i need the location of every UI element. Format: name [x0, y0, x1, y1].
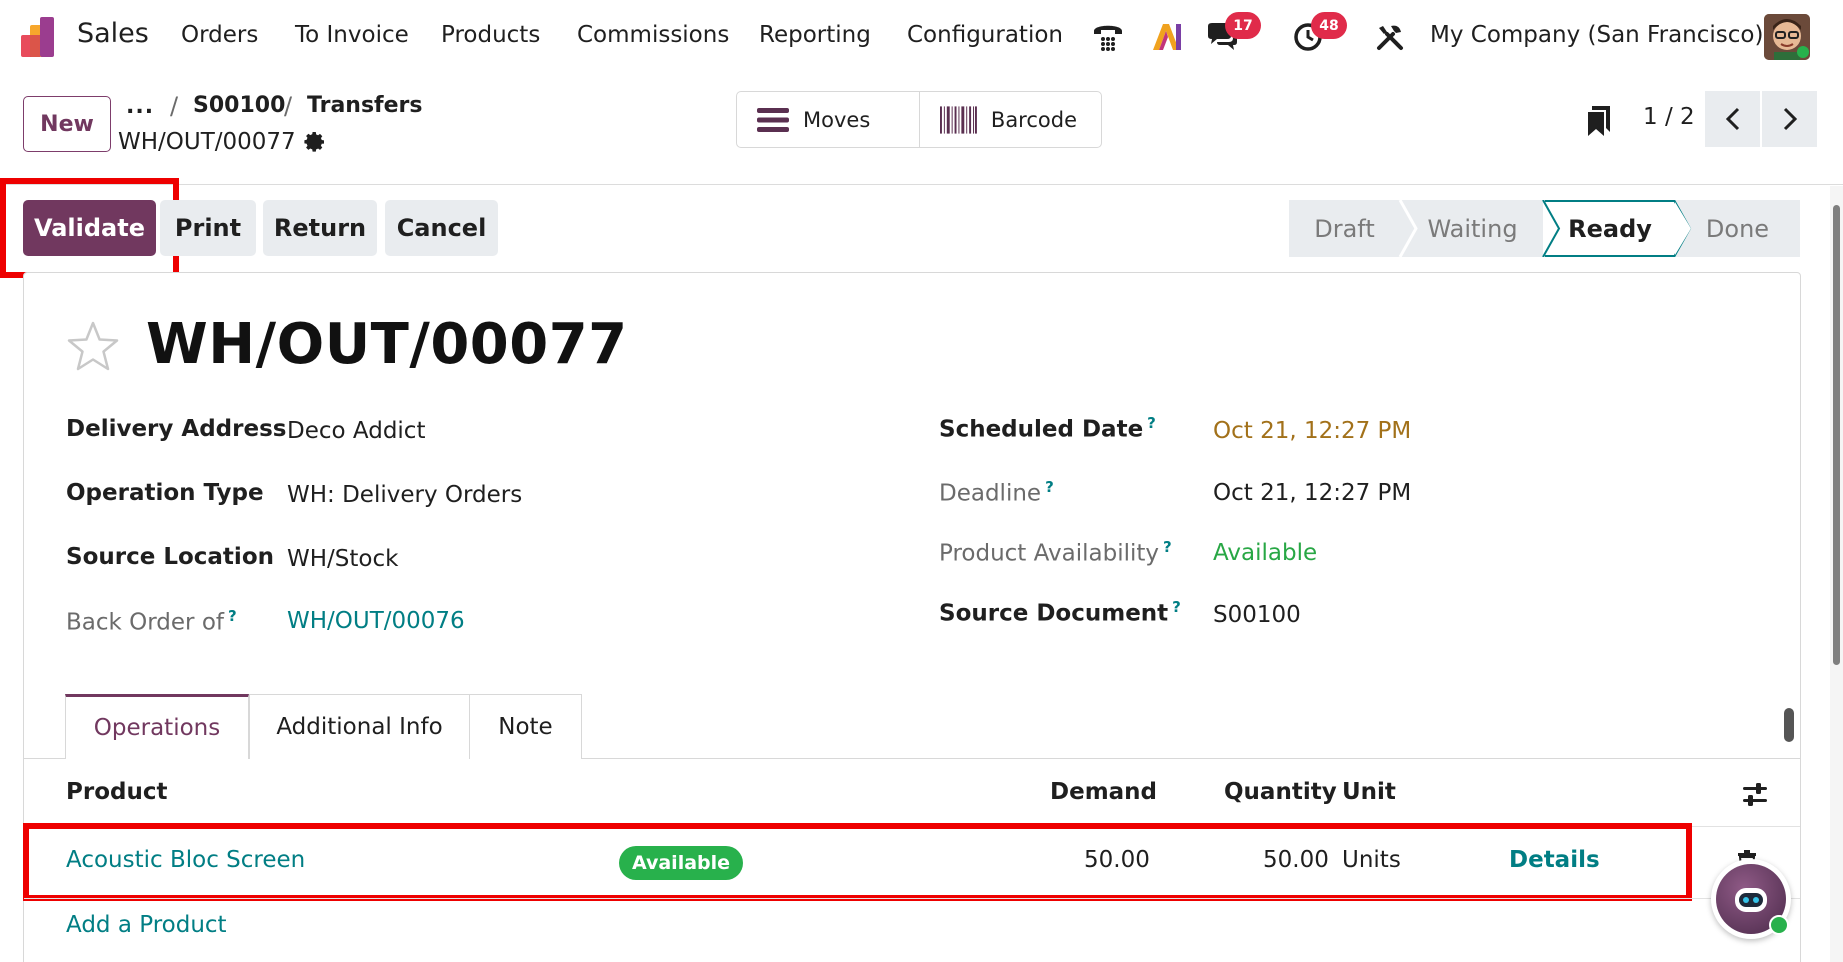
menu-orders[interactable]: Orders: [181, 22, 258, 48]
menu-reporting[interactable]: Reporting: [759, 22, 871, 48]
inner-scrollbar[interactable]: [1784, 708, 1794, 742]
quantity-value[interactable]: 50.00: [1263, 847, 1329, 873]
help-tooltip[interactable]: ?: [1045, 478, 1054, 496]
activities-badge: 48: [1311, 12, 1347, 39]
table-divider: [24, 826, 1800, 827]
return-button[interactable]: Return: [263, 200, 377, 256]
menu-commissions[interactable]: Commissions: [577, 22, 729, 48]
product-availability-label: Product Availability?: [939, 538, 1172, 567]
sales-app-icon[interactable]: [21, 17, 61, 57]
smart-buttons: Moves Barcode: [736, 91, 1102, 148]
product-link[interactable]: Acoustic Bloc Screen: [66, 847, 305, 873]
barcode-smart-button[interactable]: Barcode: [919, 92, 1101, 147]
delivery-address-label: Delivery Address: [66, 416, 287, 442]
back-order-link[interactable]: WH/OUT/00076: [287, 608, 465, 634]
optional-columns-icon[interactable]: [1741, 782, 1769, 808]
company-switcher[interactable]: My Company (San Francisco): [1430, 22, 1763, 48]
cancel-button[interactable]: Cancel: [385, 200, 498, 256]
stage-draft[interactable]: Draft: [1289, 200, 1400, 257]
gear-icon[interactable]: [303, 130, 327, 154]
source-location-label: Source Location: [66, 544, 274, 570]
stage-done[interactable]: Done: [1675, 200, 1800, 257]
operation-type-label: Operation Type: [66, 480, 264, 506]
breadcrumb-more[interactable]: ...: [126, 94, 154, 119]
moves-smart-button[interactable]: Moves: [737, 92, 919, 147]
breadcrumb-separator: /: [284, 92, 293, 120]
menu-configuration[interactable]: Configuration: [907, 22, 1063, 48]
source-document-value[interactable]: S00100: [1213, 602, 1301, 628]
deadline-label: Deadline?: [939, 478, 1054, 507]
menu-products[interactable]: Products: [441, 22, 540, 48]
breadcrumb-transfers[interactable]: Transfers: [307, 93, 422, 118]
pager-next-button[interactable]: [1762, 91, 1817, 147]
add-product-link[interactable]: Add a Product: [66, 912, 227, 938]
breadcrumb-current-record: WH/OUT/00077: [118, 129, 296, 155]
tab-additional-info[interactable]: Additional Info: [249, 694, 470, 759]
demand-value[interactable]: 50.00: [1084, 847, 1150, 873]
barcode-icon: [940, 105, 977, 134]
online-status-dot: [1769, 915, 1789, 935]
operation-type-value[interactable]: WH: Delivery Orders: [287, 482, 522, 508]
validate-button[interactable]: Validate: [23, 200, 156, 256]
print-button[interactable]: Print: [160, 200, 256, 256]
top-navbar: Sales Orders To Invoice Products Commiss…: [0, 0, 1843, 74]
star-icon[interactable]: [66, 320, 120, 374]
source-document-label: Source Document?: [939, 598, 1181, 627]
messages-icon[interactable]: 17: [1203, 12, 1261, 56]
barcode-label: Barcode: [990, 107, 1077, 132]
record-title: WH/OUT/00077: [146, 312, 628, 377]
pager-value[interactable]: 1 / 2: [1643, 104, 1695, 130]
details-button[interactable]: Details: [1509, 847, 1600, 873]
deadline-value[interactable]: Oct 21, 12:27 PM: [1213, 480, 1411, 506]
chevron-left-icon: [1725, 107, 1739, 131]
pager-previous-button[interactable]: [1705, 91, 1760, 147]
messages-badge: 17: [1225, 12, 1261, 39]
scheduled-date-value[interactable]: Oct 21, 12:27 PM: [1213, 418, 1411, 444]
tab-operations[interactable]: Operations: [65, 694, 249, 759]
column-demand[interactable]: Demand: [1050, 779, 1157, 805]
back-order-label: Back Order of?: [66, 607, 237, 636]
chatbot-button[interactable]: [1711, 859, 1791, 939]
divider: [0, 184, 1843, 185]
column-unit[interactable]: Unit: [1342, 779, 1396, 805]
user-avatar[interactable]: [1764, 14, 1810, 60]
moves-label: Moves: [803, 107, 871, 132]
product-availability-value: Available: [1213, 540, 1318, 566]
breadcrumb-sale-order[interactable]: S00100: [193, 93, 285, 118]
help-tooltip[interactable]: ?: [1147, 414, 1156, 432]
help-tooltip[interactable]: ?: [1163, 538, 1172, 556]
column-quantity[interactable]: Quantity: [1224, 779, 1337, 805]
activity-clock-icon[interactable]: 48: [1289, 12, 1347, 56]
source-location-value[interactable]: WH/Stock: [287, 546, 398, 572]
tab-note[interactable]: Note: [469, 694, 582, 759]
status-bar: Draft Waiting Ready Done: [1289, 200, 1800, 257]
bookmark-icon[interactable]: [1588, 106, 1610, 136]
phone-icon[interactable]: [1089, 18, 1127, 56]
scheduled-date-label: Scheduled Date?: [939, 414, 1156, 443]
menu-to-invoice[interactable]: To Invoice: [295, 22, 409, 48]
help-tooltip[interactable]: ?: [1172, 598, 1181, 616]
table-divider: [24, 898, 1800, 899]
app-name[interactable]: Sales: [77, 18, 149, 49]
unit-value[interactable]: Units: [1342, 847, 1401, 873]
column-product[interactable]: Product: [66, 779, 167, 805]
debug-tools-icon[interactable]: [1371, 18, 1409, 56]
page-scrollbar-thumb[interactable]: [1833, 205, 1840, 665]
breadcrumb-separator: /: [170, 92, 179, 120]
delivery-address-value[interactable]: Deco Addict: [287, 418, 425, 444]
chevron-right-icon: [1783, 107, 1797, 131]
stage-waiting[interactable]: Waiting: [1400, 200, 1545, 257]
ai-assistant-icon[interactable]: [1148, 18, 1186, 56]
availability-badge: Available: [619, 846, 743, 880]
help-tooltip[interactable]: ?: [228, 607, 237, 625]
list-icon: [757, 107, 789, 132]
stage-ready[interactable]: Ready: [1545, 200, 1675, 257]
new-button[interactable]: New: [23, 96, 111, 152]
